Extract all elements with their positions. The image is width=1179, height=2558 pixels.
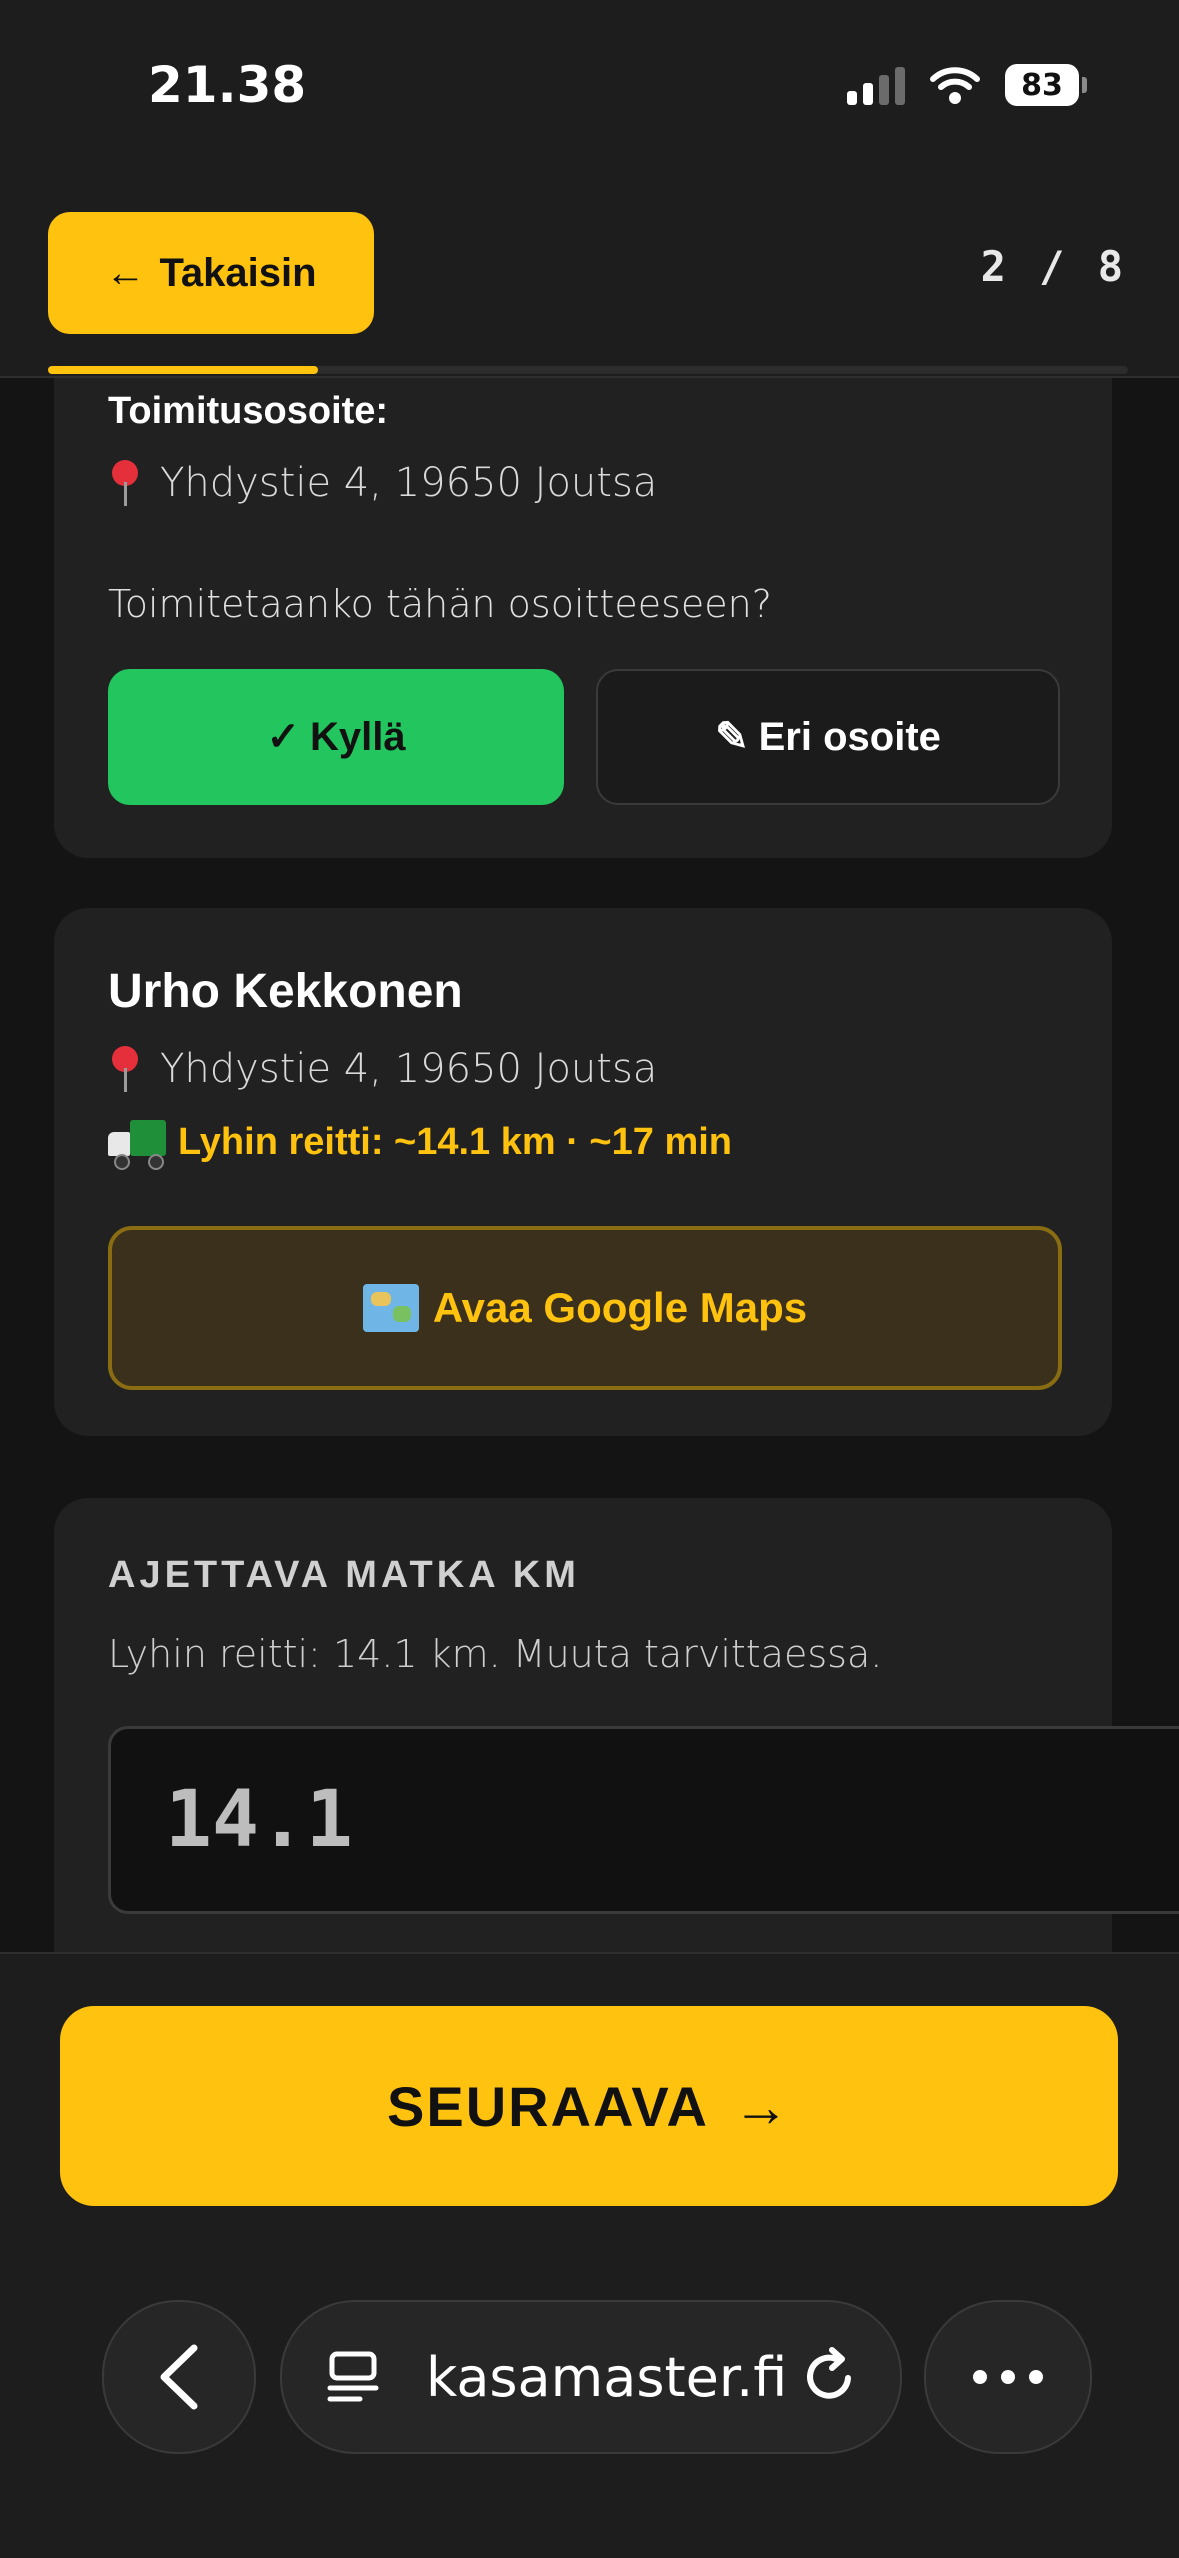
back-button[interactable]: ← Takaisin <box>48 212 374 334</box>
url-bar[interactable]: kasamaster.fi <box>280 2300 902 2454</box>
status-bar: 21.38 83 <box>0 0 1179 180</box>
distance-helper: Lyhin reitti: 14.1 km. Muuta tarvittaess… <box>108 1632 883 1676</box>
distance-title: AJETTAVA MATKA KM <box>108 1554 580 1596</box>
back-button-label: Takaisin <box>159 250 317 295</box>
other-address-label: Eri osoite <box>758 714 941 759</box>
pin-icon <box>108 460 138 506</box>
next-button[interactable]: SEURAAVA → <box>60 2006 1118 2206</box>
reload-icon[interactable] <box>798 2344 862 2408</box>
pencil-icon: ✎ <box>715 715 749 759</box>
url-text: kasamaster.fi <box>426 2346 788 2409</box>
maps-button-label: Avaa Google Maps <box>432 1284 808 1331</box>
customer-address: Yhdystie 4, 19650 Joutsa <box>160 1046 658 1092</box>
pin-icon <box>108 1046 138 1092</box>
wifi-icon <box>930 67 980 104</box>
customer-card: Urho Kekkonen Yhdystie 4, 19650 Joutsa L… <box>54 908 1112 1436</box>
truck-icon <box>108 1120 166 1170</box>
battery-indicator: 83 <box>1005 64 1087 106</box>
check-icon: ✓ <box>266 715 300 759</box>
delivery-address-row: Yhdystie 4, 19650 Joutsa <box>108 460 657 506</box>
progress-fill <box>48 366 318 374</box>
step-counter: 2 / 8 <box>980 242 1127 291</box>
open-google-maps-button[interactable]: Avaa Google Maps <box>108 1226 1062 1390</box>
browser-toolbar: kasamaster.fi <box>0 2300 1179 2556</box>
yes-button[interactable]: ✓ Kyllä <box>108 669 564 805</box>
header: ← Takaisin 2 / 8 <box>0 180 1179 378</box>
status-icons: 83 <box>847 64 1087 106</box>
delivery-address: Yhdystie 4, 19650 Joutsa <box>160 460 658 506</box>
more-options-button[interactable] <box>924 2300 1092 2454</box>
dot-icon <box>1029 2370 1043 2384</box>
dot-icon <box>973 2370 987 2384</box>
delivery-address-card: Toimitusosoite: Yhdystie 4, 19650 Joutsa… <box>54 378 1112 858</box>
customer-address-row: Yhdystie 4, 19650 Joutsa <box>108 1046 657 1092</box>
next-button-label: SEURAAVA <box>387 2074 709 2138</box>
distance-input[interactable] <box>108 1726 1179 1914</box>
signal-icon <box>847 65 905 105</box>
delivery-label: Toimitusosoite: <box>108 390 389 432</box>
content-area[interactable]: Toimitusosoite: Yhdystie 4, 19650 Joutsa… <box>0 378 1179 1952</box>
delivery-question: Toimitetaanko tähän osoitteeseen? <box>108 582 772 626</box>
map-icon <box>362 1284 419 1332</box>
dot-icon <box>1001 2370 1015 2384</box>
status-time: 21.38 <box>148 56 307 114</box>
route-info: Lyhin reitti: ~14.1 km · ~17 min <box>108 1120 733 1170</box>
arrow-right-icon: → <box>732 2074 791 2138</box>
distance-card: AJETTAVA MATKA KM Lyhin reitti: 14.1 km.… <box>54 1498 1179 1952</box>
progress-bar <box>48 366 1128 374</box>
arrow-left-icon: ← <box>105 250 146 295</box>
other-address-button[interactable]: ✎ Eri osoite <box>596 669 1060 805</box>
yes-button-label: Kyllä <box>309 714 406 759</box>
customer-name: Urho Kekkonen <box>108 965 463 1018</box>
route-text: Lyhin reitti: ~14.1 km · ~17 min <box>178 1120 733 1163</box>
browser-back-button[interactable] <box>102 2300 256 2454</box>
chevron-left-icon <box>160 2344 198 2410</box>
page-menu-icon <box>327 2351 379 2402</box>
